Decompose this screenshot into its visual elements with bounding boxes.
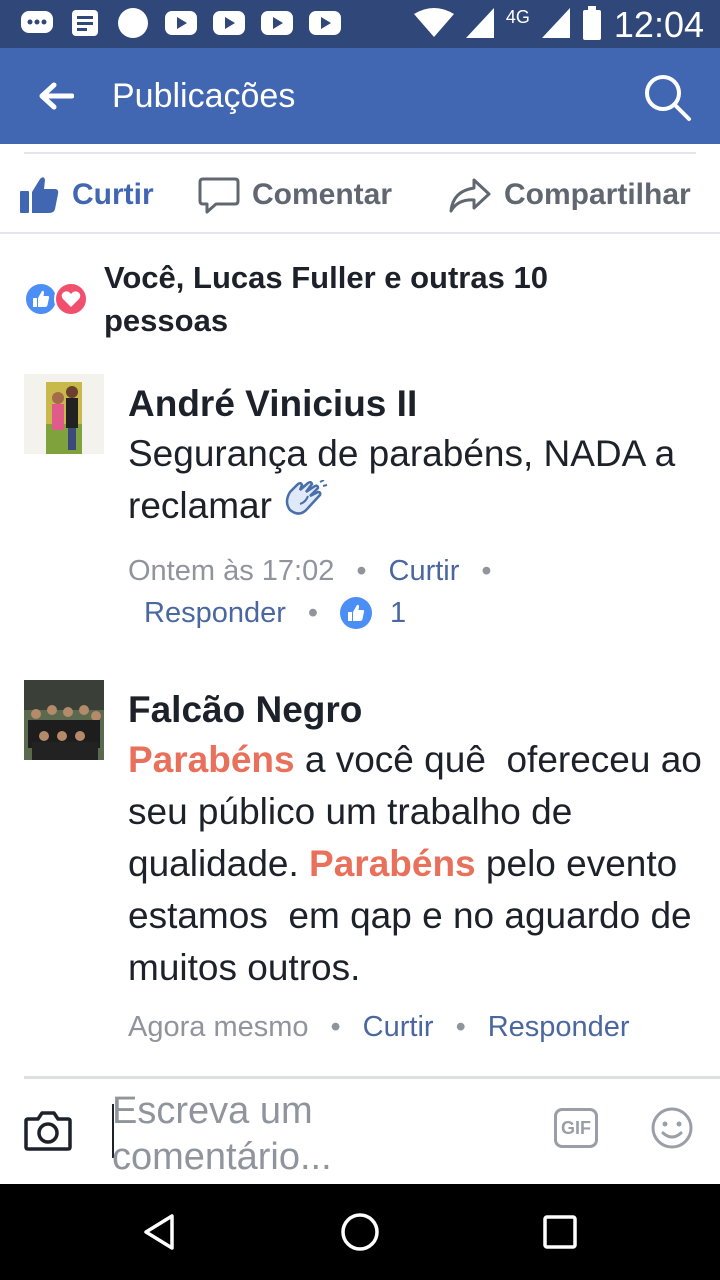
camera-button[interactable] — [22, 1104, 74, 1156]
comment-timestamp: Ontem às 17:02 — [128, 555, 335, 588]
like-reaction-icon — [24, 282, 58, 316]
highlighted-word: Parabéns — [309, 843, 476, 884]
comment-input[interactable]: Escreva um comentário... — [112, 1088, 512, 1180]
status-bar: 4G 12:04 — [0, 0, 720, 48]
back-button[interactable] — [28, 76, 84, 116]
wifi-icon — [413, 7, 454, 43]
divider — [24, 152, 696, 154]
emoji-button[interactable] — [650, 1106, 694, 1150]
comment-label: Comentar — [252, 178, 393, 211]
comment-body: André Vinicius II Segurança de parabéns,… — [128, 382, 708, 634]
reaction-icons — [24, 282, 94, 318]
comment-like-link[interactable]: Curtir — [363, 1011, 434, 1043]
share-arrow-icon — [449, 178, 491, 213]
gif-button[interactable]: GIF — [554, 1108, 598, 1148]
avatar[interactable] — [24, 680, 104, 760]
signal-icon — [465, 7, 494, 43]
comment-author[interactable]: Falcão Negro — [128, 688, 708, 732]
recents-square-icon — [543, 1215, 577, 1249]
news-icon — [68, 8, 102, 38]
share-button[interactable]: Compartilhar — [448, 172, 691, 218]
like-count-value: 1 — [390, 597, 407, 630]
page-title: Publicações — [112, 77, 296, 115]
reactions-text: Você, Lucas Fuller e outras 10 pessoas — [104, 260, 548, 338]
system-status: 4G 12:04 — [413, 4, 704, 46]
comment-button[interactable]: Comentar — [198, 172, 392, 218]
highlighted-word: Parabéns — [128, 739, 295, 780]
search-icon — [645, 75, 691, 121]
comment-timestamp: Agora mesmo — [128, 1011, 309, 1043]
arrow-back-icon — [39, 82, 74, 110]
thumbs-up-icon — [20, 177, 59, 213]
like-label: Curtir — [72, 178, 154, 211]
comment-like-link[interactable]: Curtir — [389, 555, 460, 587]
signal-icon — [541, 7, 570, 43]
clock: 12:04 — [613, 4, 704, 45]
youtube-icon — [212, 8, 246, 38]
camera-icon — [24, 1111, 72, 1151]
like-reaction-icon — [340, 597, 373, 630]
speech-bubble-icon — [198, 177, 240, 214]
like-button[interactable]: Curtir — [18, 172, 154, 218]
battery-icon — [582, 5, 602, 45]
comment-like-count[interactable]: 1 — [340, 592, 406, 634]
avatar[interactable] — [24, 374, 104, 454]
nav-recents-button[interactable] — [538, 1210, 582, 1254]
back-triangle-icon — [144, 1214, 174, 1250]
comment-reply-link[interactable]: Responder — [488, 1011, 630, 1043]
home-circle-icon — [341, 1213, 379, 1251]
navigation-bar — [0, 1184, 720, 1280]
comment-author[interactable]: André Vinicius II — [128, 382, 708, 426]
nav-back-button[interactable] — [138, 1210, 182, 1254]
youtube-icon — [164, 8, 198, 38]
nav-home-button[interactable] — [338, 1210, 382, 1254]
comment-text: Parabéns a você quê ofereceu ao seu públ… — [128, 734, 708, 994]
youtube-icon — [260, 8, 294, 38]
divider — [24, 1076, 720, 1079]
youtube-icon — [308, 8, 342, 38]
comment-text-content: Segurança de parabéns, NADA a reclamar — [128, 433, 676, 526]
comment-composer: Escreva um comentário... GIF — [0, 1080, 720, 1184]
comment-meta: Agora mesmo • Curtir • Responder — [128, 1011, 630, 1043]
love-reaction-icon — [54, 282, 88, 316]
network-type: 4G — [505, 6, 530, 27]
comment-body: Falcão Negro Parabéns a você quê oferece… — [128, 688, 708, 1048]
smiley-icon — [651, 1107, 693, 1149]
app-bar: Publicações — [0, 48, 720, 144]
notification-icons — [20, 8, 342, 38]
comment-meta: Ontem às 17:02 • Curtir • Responder • 1 — [128, 550, 708, 634]
clapping-hands-icon — [282, 479, 328, 536]
messages-icon — [20, 8, 54, 38]
comment-text: Segurança de parabéns, NADA a reclamar — [128, 428, 708, 536]
circle-icon — [116, 8, 150, 38]
post-actions: Curtir Comentar Compartilhar — [0, 160, 720, 230]
divider — [0, 232, 720, 234]
share-label: Compartilhar — [504, 178, 691, 211]
comment-reply-link[interactable]: Responder — [144, 597, 286, 629]
search-button[interactable] — [640, 70, 696, 126]
